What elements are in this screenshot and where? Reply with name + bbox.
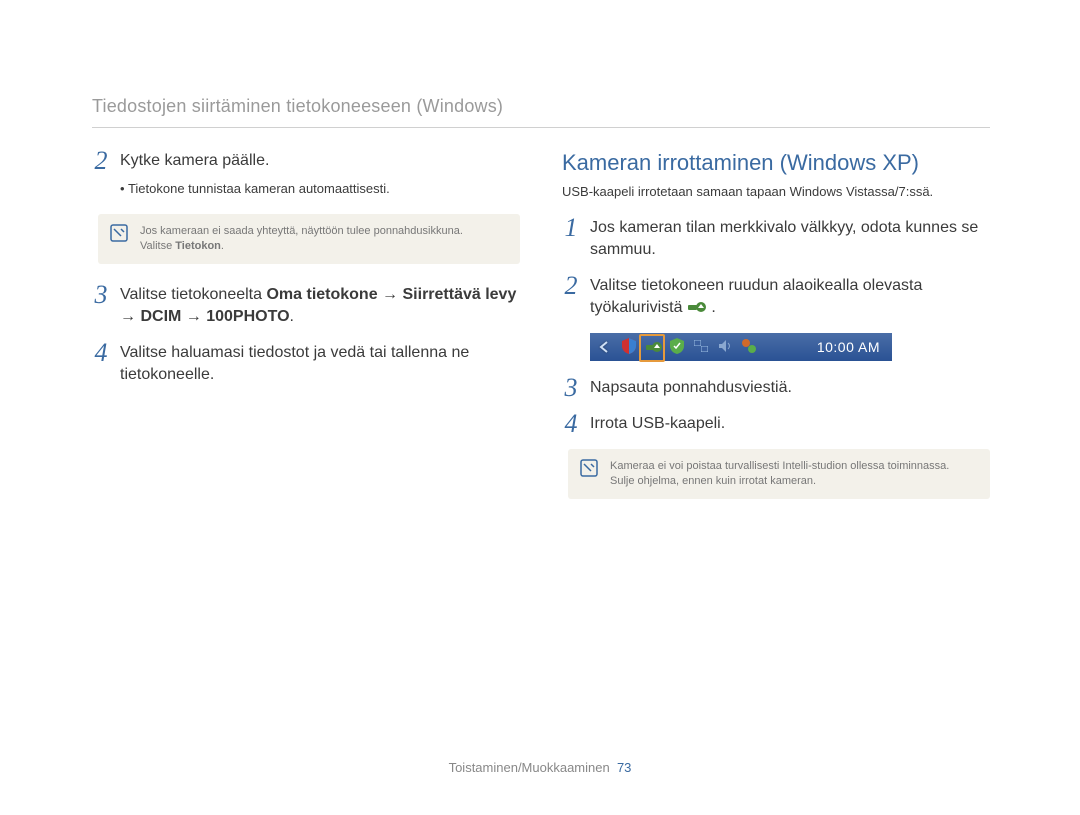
step-text: Jos kameran tilan merkkivalo välkkyy, od… <box>590 217 990 261</box>
s3-a2: → <box>120 308 140 325</box>
section-subtext: USB-kaapeli irrotetaan samaan tapaan Win… <box>562 184 990 199</box>
page-number: 73 <box>617 760 631 775</box>
tip-line2c: . <box>221 240 224 252</box>
tray-expand-icon <box>592 333 616 361</box>
tipR-line2: Sulje ohjelma, ennen kuin irrotat kamera… <box>610 475 816 487</box>
s3-b2: Siirrettävä levy <box>403 286 517 303</box>
step-text: Valitse haluamasi tiedostot ja vedä tai … <box>120 342 520 386</box>
step-4: 4 Valitse haluamasi tiedostot ja vedä ta… <box>92 342 520 386</box>
tray-clock: 10:00 AM <box>817 333 880 361</box>
step-number: 3 <box>92 284 110 306</box>
page-header: Tiedostojen siirtäminen tietokoneeseen (… <box>92 96 990 117</box>
step-text: Valitse tietokoneen ruudun alaoikealla o… <box>590 275 990 319</box>
section-heading: Kameran irrottaminen (Windows XP) <box>562 150 990 176</box>
tip-box-left: Jos kameraan ei saada yhteyttä, näyttöön… <box>98 214 520 264</box>
step-2-text: Kytke kamera päälle. <box>120 152 269 169</box>
tray-icons <box>620 337 758 355</box>
misc-tray-icon <box>740 337 758 355</box>
note-icon <box>110 224 128 242</box>
safely-remove-icon-inline <box>687 298 707 314</box>
step-4-r: 4 Irrota USB-kaapeli. <box>562 413 990 435</box>
s3-b3: DCIM <box>140 308 181 325</box>
s3-b1: Oma tietokone <box>266 286 377 303</box>
step-number: 3 <box>562 377 580 399</box>
tipR-line1: Kameraa ei voi poistaa turvallisesti Int… <box>610 460 949 472</box>
s3-post: . <box>290 308 294 325</box>
footer-text: Toistaminen/Muokkaaminen <box>449 760 610 775</box>
shield-green-icon <box>668 337 686 355</box>
step-3: 3 Valitse tietokoneelta Oma tietokone → … <box>92 284 520 328</box>
s3-b4: 100PHOTO <box>206 308 289 325</box>
step-text: Kytke kamera päälle. Tietokone tunnistaa… <box>120 150 520 200</box>
step-number: 2 <box>92 150 110 172</box>
step-2r-a: Valitse tietokoneen ruudun alaoikealla o… <box>590 277 922 316</box>
volume-icon <box>716 337 734 355</box>
tip-box-right: Kameraa ei voi poistaa turvallisesti Int… <box>568 449 990 499</box>
step-number: 1 <box>562 217 580 239</box>
step-text: Irrota USB-kaapeli. <box>590 413 990 435</box>
s3-a1: → <box>378 286 403 303</box>
tip-text: Jos kameraan ei saada yhteyttä, näyttöön… <box>140 224 463 254</box>
step-2-r: 2 Valitse tietokoneen ruudun alaoikealla… <box>562 275 990 319</box>
step-text: Valitse tietokoneelta Oma tietokone → Si… <box>120 284 520 328</box>
note-icon <box>580 459 598 477</box>
tip-text: Kameraa ei voi poistaa turvallisesti Int… <box>610 459 949 489</box>
step-2: 2 Kytke kamera päälle. Tietokone tunnist… <box>92 150 520 200</box>
shield-icon <box>620 337 638 355</box>
right-column: Kameran irrottaminen (Windows XP) USB-ka… <box>562 150 990 519</box>
tip-line1: Jos kameraan ei saada yhteyttä, näyttöön… <box>140 225 463 237</box>
step-2-bullet: Tietokone tunnistaa kameran automaattise… <box>120 178 520 200</box>
step-number: 4 <box>562 413 580 435</box>
step-2r-b: . <box>711 299 715 316</box>
s3-pre: Valitse tietokoneelta <box>120 286 266 303</box>
network-icon <box>692 337 710 355</box>
step-1-r: 1 Jos kameran tilan merkkivalo välkkyy, … <box>562 217 990 261</box>
left-column: 2 Kytke kamera päälle. Tietokone tunnist… <box>92 150 520 519</box>
safely-remove-icon <box>644 337 662 355</box>
page-footer: Toistaminen/Muokkaaminen 73 <box>0 760 1080 775</box>
step-3-r: 3 Napsauta ponnahdusviestiä. <box>562 377 990 399</box>
s3-a3: → <box>181 308 206 325</box>
windows-system-tray: 10:00 AM <box>590 333 892 361</box>
step-number: 4 <box>92 342 110 364</box>
step-number: 2 <box>562 275 580 297</box>
step-text: Napsauta ponnahdusviestiä. <box>590 377 990 399</box>
tip-line2b: Tietokon <box>175 240 221 252</box>
header-rule <box>92 127 990 128</box>
tip-line2a: Valitse <box>140 240 175 252</box>
